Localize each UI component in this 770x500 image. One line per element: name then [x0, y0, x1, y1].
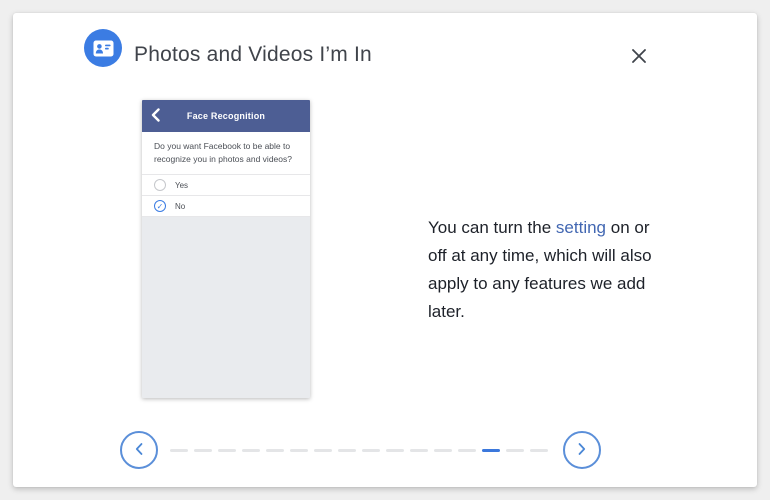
progress-dash: [410, 448, 428, 452]
chevron-left-icon: [134, 442, 144, 459]
progress-dash: [218, 448, 236, 452]
page-title: Photos and Videos I’m In: [134, 43, 372, 66]
progress-dash: [362, 448, 380, 452]
progress-dash: [386, 448, 404, 452]
progress-dash: [314, 448, 332, 452]
progress-dash: [458, 448, 476, 452]
phone-option-label: No: [175, 201, 186, 211]
progress-dash: [290, 448, 308, 452]
phone-option-yes: Yes: [142, 175, 310, 196]
phone-option-label: Yes: [175, 180, 189, 190]
progress-dash: [434, 448, 452, 452]
chevron-right-icon: [577, 442, 587, 459]
progress-dash: [266, 448, 284, 452]
progress-dash: [194, 448, 212, 452]
phone-header: Face Recognition: [142, 100, 310, 132]
progress-dash: [338, 448, 356, 452]
setting-link[interactable]: setting: [556, 218, 606, 237]
close-icon: [631, 48, 647, 67]
phone-mockup: Face Recognition Do you want Facebook to…: [142, 100, 310, 398]
phone-question-text: Do you want Facebook to be able to recog…: [142, 132, 310, 175]
previous-slide-button[interactable]: [120, 431, 158, 469]
radio-checked-icon: ✓: [154, 200, 166, 212]
carousel-progress: [170, 443, 548, 457]
close-button[interactable]: [621, 39, 657, 75]
phone-options-list: Yes ✓ No: [142, 175, 310, 217]
phone-screen-title: Face Recognition: [186, 111, 266, 121]
progress-dash: [170, 448, 188, 452]
radio-unchecked-icon: [154, 179, 166, 191]
progress-dash: [530, 448, 548, 452]
back-chevron-icon: [151, 108, 160, 127]
progress-dash: [506, 448, 524, 452]
progress-dash: [242, 448, 260, 452]
caption-before-link: You can turn the: [428, 218, 556, 237]
caption-text: You can turn the setting on or off at an…: [428, 214, 668, 326]
contact-card-icon: [84, 29, 122, 67]
phone-option-no: ✓ No: [142, 196, 310, 217]
next-slide-button[interactable]: [563, 431, 601, 469]
dialog-card: Photos and Videos I’m In Face Recognitio…: [13, 13, 757, 487]
progress-dash-active: [482, 448, 500, 452]
